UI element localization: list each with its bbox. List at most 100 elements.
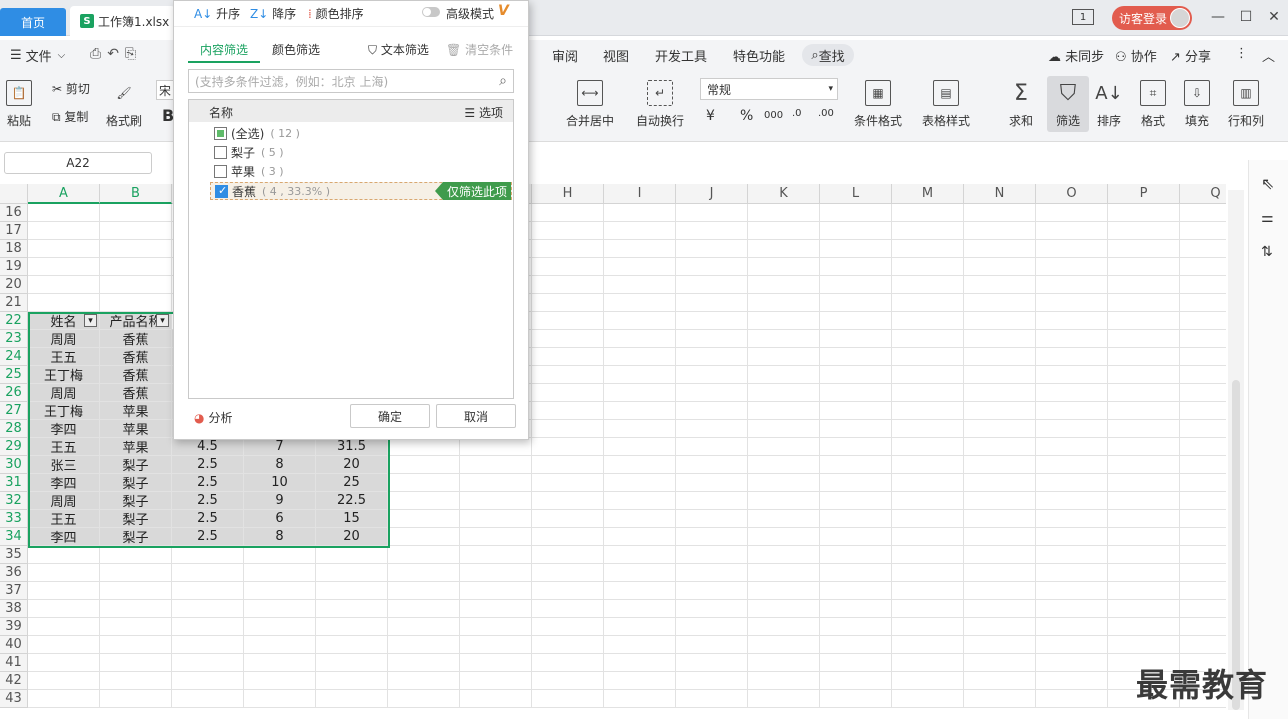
cell[interactable]	[1108, 546, 1180, 564]
row-header[interactable]: 27	[0, 402, 28, 420]
name-box[interactable]: A22	[4, 152, 152, 174]
cell[interactable]	[532, 474, 604, 492]
cell[interactable]	[1108, 492, 1180, 510]
cell[interactable]	[604, 672, 676, 690]
cell[interactable]: 王五	[28, 348, 100, 366]
cell[interactable]	[460, 564, 532, 582]
cell[interactable]	[964, 600, 1036, 618]
cell[interactable]	[964, 366, 1036, 384]
row-header[interactable]: 42	[0, 672, 28, 690]
column-header[interactable]: O	[1036, 184, 1108, 204]
row-header[interactable]: 20	[0, 276, 28, 294]
cell[interactable]	[892, 402, 964, 420]
cell[interactable]	[604, 492, 676, 510]
cell[interactable]	[100, 672, 172, 690]
login-button[interactable]: 访客登录	[1112, 6, 1192, 30]
cell[interactable]: 梨子	[100, 456, 172, 474]
cell[interactable]	[172, 672, 244, 690]
currency-button[interactable]: ¥	[706, 108, 715, 124]
cell[interactable]: 王丁梅	[28, 366, 100, 384]
row-header[interactable]: 25	[0, 366, 28, 384]
column-header[interactable]: J	[676, 184, 748, 204]
cell[interactable]	[892, 546, 964, 564]
cell[interactable]	[1180, 636, 1226, 654]
cell[interactable]	[820, 492, 892, 510]
options-button[interactable]: ☰ 选项	[464, 104, 503, 121]
cell[interactable]	[1180, 384, 1226, 402]
cell[interactable]	[676, 276, 748, 294]
cell[interactable]: 张三	[28, 456, 100, 474]
cell[interactable]	[100, 204, 172, 222]
cell[interactable]	[820, 654, 892, 672]
cell[interactable]	[964, 384, 1036, 402]
cell[interactable]	[604, 438, 676, 456]
cell[interactable]: 周周	[28, 492, 100, 510]
cell[interactable]	[1036, 294, 1108, 312]
cell[interactable]	[1108, 348, 1180, 366]
tab-home[interactable]: 首页	[0, 8, 66, 36]
cell[interactable]	[100, 240, 172, 258]
cell[interactable]: 香蕉	[100, 366, 172, 384]
search-button[interactable]: ⌕ 查找	[802, 44, 854, 66]
cell[interactable]	[676, 330, 748, 348]
cell[interactable]	[964, 474, 1036, 492]
cursor-icon[interactable]: ⇖	[1261, 174, 1274, 193]
checkbox[interactable]	[214, 165, 227, 178]
cell[interactable]	[820, 204, 892, 222]
cell[interactable]	[388, 492, 460, 510]
select-all-corner[interactable]	[0, 184, 28, 204]
cell[interactable]	[748, 690, 820, 708]
cell[interactable]	[1180, 492, 1226, 510]
cell[interactable]	[28, 636, 100, 654]
cell[interactable]	[1180, 366, 1226, 384]
cell[interactable]	[1036, 654, 1108, 672]
cell[interactable]	[388, 690, 460, 708]
row-header[interactable]: 35	[0, 546, 28, 564]
cell[interactable]: 2.5	[172, 474, 244, 492]
cell[interactable]: 2.5	[172, 456, 244, 474]
cell[interactable]	[676, 546, 748, 564]
more-icon[interactable]: ⋮	[1235, 46, 1248, 61]
cell[interactable]	[28, 654, 100, 672]
merge-button[interactable]: ⟷ 合并居中	[566, 80, 614, 129]
menu-developer[interactable]: 开发工具	[655, 46, 707, 65]
cell[interactable]	[820, 474, 892, 492]
cell[interactable]	[28, 600, 100, 618]
cell[interactable]	[28, 546, 100, 564]
column-header[interactable]: B	[100, 184, 172, 204]
cell[interactable]	[460, 438, 532, 456]
column-header[interactable]: N	[964, 184, 1036, 204]
cell[interactable]	[460, 528, 532, 546]
cell[interactable]	[604, 366, 676, 384]
cell[interactable]: 2.5	[172, 492, 244, 510]
cell[interactable]	[748, 348, 820, 366]
cell[interactable]	[676, 420, 748, 438]
cell[interactable]	[820, 258, 892, 276]
cell[interactable]: 王丁梅	[28, 402, 100, 420]
cell[interactable]	[244, 582, 316, 600]
table-header-cell[interactable]: 产品名称 ▾	[100, 312, 172, 330]
cell[interactable]	[604, 420, 676, 438]
cell[interactable]: 王五	[28, 510, 100, 528]
cell[interactable]	[316, 618, 388, 636]
cell[interactable]: 苹果	[100, 438, 172, 456]
cell[interactable]	[316, 636, 388, 654]
cell[interactable]	[1108, 330, 1180, 348]
cell[interactable]	[172, 600, 244, 618]
filter-search-input[interactable]: (支持多条件过滤，例如：北京 上海) ⌕	[188, 69, 514, 93]
cell[interactable]	[172, 690, 244, 708]
cell[interactable]	[604, 276, 676, 294]
cell[interactable]	[748, 222, 820, 240]
cell[interactable]	[748, 294, 820, 312]
cell[interactable]	[460, 510, 532, 528]
cell[interactable]	[748, 384, 820, 402]
cell[interactable]	[28, 672, 100, 690]
cell[interactable]	[604, 402, 676, 420]
cell[interactable]	[532, 456, 604, 474]
cell[interactable]	[748, 546, 820, 564]
cell[interactable]	[676, 528, 748, 546]
cell[interactable]	[244, 600, 316, 618]
cell[interactable]	[820, 294, 892, 312]
cell[interactable]	[676, 384, 748, 402]
cell[interactable]	[676, 636, 748, 654]
